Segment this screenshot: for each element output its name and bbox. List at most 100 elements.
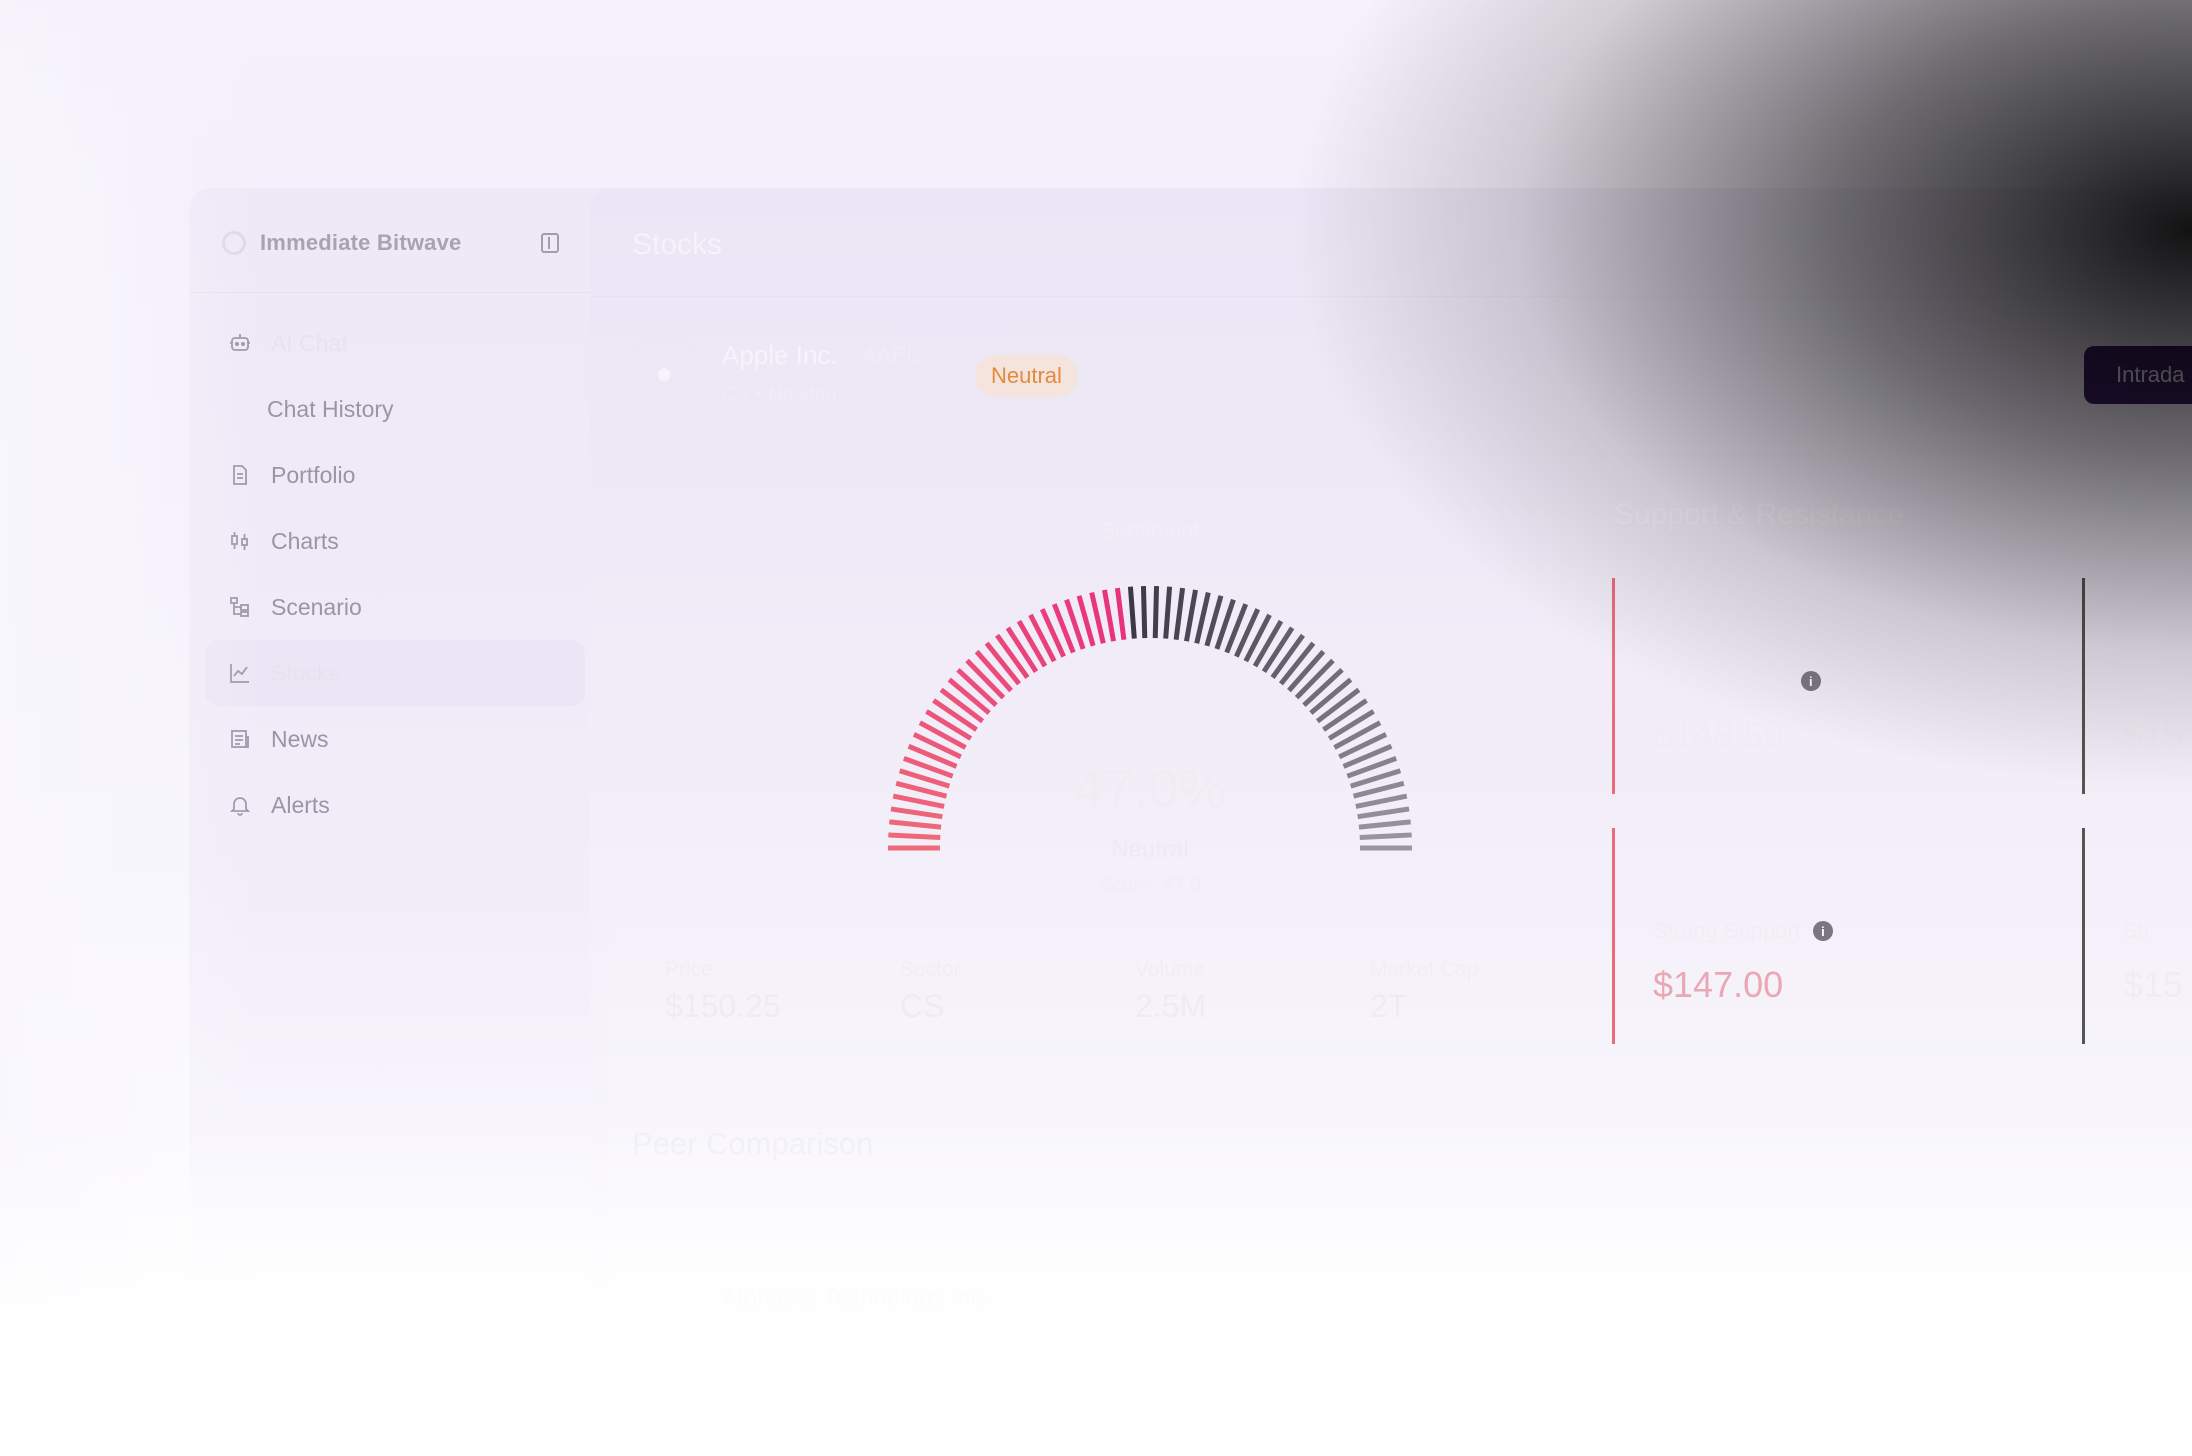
sr-label-text: Support Level	[1653, 668, 1789, 693]
stat-market-cap: Market Cap 2T	[1370, 958, 1605, 1025]
stat-price: Price $150.25	[665, 958, 900, 1025]
sidebar-item-label: Scenario	[271, 593, 362, 620]
gauge-tick	[1114, 587, 1127, 640]
sidebar-item-label: Portfolio	[271, 461, 356, 488]
stock-name: Apple Inc.	[722, 340, 838, 370]
strong-resistance-card: Str $15	[2082, 828, 2192, 1044]
line-chart-icon	[227, 660, 253, 686]
sidebar-item-label: Charts	[271, 527, 339, 554]
stock-ticker: AAPL	[862, 342, 919, 367]
gauge-tick	[1005, 626, 1039, 673]
strong-support-card: Strong Support i $147.00	[1612, 828, 2075, 1044]
header-divider	[590, 296, 2192, 297]
sr-value: $15	[2123, 714, 2184, 755]
gauge-tick	[1327, 709, 1375, 741]
stat-label: Sector	[900, 958, 961, 981]
sr-label: Str	[2123, 918, 2151, 944]
support-level-card: Support Level i $148.50	[1612, 578, 2075, 794]
sidebar-item-label: Chat History	[267, 395, 394, 422]
app-stage: Immediate Bitwave AI Chat Chat History P…	[0, 0, 2192, 1456]
search-bar[interactable]: Search stocks and	[1950, 228, 2165, 254]
brand-name: Immediate Bitwave	[260, 230, 462, 255]
stat-volume: Volume 2.5M	[1135, 958, 1370, 1025]
robot-icon	[227, 330, 253, 356]
gauge-score: Score: 47.0	[1098, 874, 1202, 896]
sidebar: Immediate Bitwave AI Chat Chat History P…	[189, 188, 609, 1328]
apple-logo-icon: ●	[632, 342, 696, 406]
sidebar-item-label: News	[271, 725, 329, 752]
gauge-tick	[889, 819, 942, 830]
resistance-level-card: Resist $15	[2082, 578, 2192, 794]
gauge-tick	[1194, 592, 1211, 644]
gauge-tick	[1270, 633, 1305, 679]
brand[interactable]: Immediate Bitwave	[222, 230, 461, 256]
bell-icon	[227, 792, 253, 818]
sidebar-item-label: Alerts	[271, 791, 330, 818]
gauge-tick	[932, 698, 978, 732]
stat-value: 2T	[1370, 988, 1408, 1024]
stat-label: Market Cap	[1370, 958, 1479, 981]
sr-label: Resist	[2123, 668, 2184, 694]
document-icon	[227, 462, 253, 488]
sentiment-badge: Neutral	[975, 355, 1078, 397]
gauge-value: 47.0%	[1073, 759, 1227, 819]
gauge-tick	[1184, 589, 1198, 642]
gauge-title: Sentiment	[1100, 518, 1200, 543]
search-icon	[1950, 232, 1968, 250]
intraday-button[interactable]: Intrada	[2084, 346, 2192, 404]
sr-label-text: Strong Support	[1653, 918, 1801, 943]
stat-label: Volume	[1135, 958, 1206, 981]
gauge-tick	[1322, 698, 1368, 732]
gauge-tick	[995, 633, 1030, 679]
gauge-tick	[1016, 619, 1048, 668]
sidebar-collapse-icon[interactable]	[541, 233, 559, 253]
gauge-tick	[1140, 586, 1148, 639]
gauge-tick	[1261, 626, 1295, 673]
gauge-tick	[925, 709, 973, 741]
gauge-label: Neutral	[1111, 836, 1189, 863]
tree-icon	[227, 594, 253, 620]
stat-value: CS	[900, 988, 945, 1024]
peer-row[interactable]: Alphabet Technology Inc.	[722, 1284, 990, 1312]
sr-value: $147.00	[1653, 964, 1784, 1005]
gauge-tick	[1358, 819, 1411, 830]
search-input[interactable]: Search stocks and	[1984, 228, 2165, 254]
info-icon[interactable]: i	[1800, 671, 1821, 691]
sidebar-item-charts[interactable]: Charts	[205, 508, 585, 574]
sidebar-item-news[interactable]: News	[205, 706, 585, 772]
sidebar-item-stocks[interactable]: Stocks	[205, 640, 585, 706]
gauge-tick	[1173, 587, 1186, 640]
sidebar-item-alerts[interactable]: Alerts	[205, 772, 585, 838]
stock-stats: Price $150.25 Sector CS Volume 2.5M Mark…	[665, 958, 1605, 1025]
sr-value: $148.50	[1653, 714, 1784, 755]
stat-label: Price	[665, 958, 713, 981]
gauge-tick	[1102, 589, 1116, 642]
gauge-tick	[1127, 586, 1137, 639]
edge-fade	[0, 0, 2192, 190]
gauge-tick	[1333, 720, 1382, 750]
stock-divider	[590, 454, 2192, 455]
sidebar-item-ai-chat[interactable]: AI Chat	[205, 310, 585, 376]
gauge-tick	[918, 720, 967, 750]
newspaper-icon	[227, 726, 253, 752]
sr-label-text: Resist	[2123, 668, 2185, 693]
stock-meta: CS • Nasdaq	[722, 384, 837, 406]
sr-label: Support Level i	[1653, 668, 1821, 694]
sidebar-nav: AI Chat Chat History Portfolio Charts Sc…	[205, 310, 585, 838]
peer-comparison-title: Peer Comparison	[632, 1126, 874, 1161]
sidebar-item-portfolio[interactable]: Portfolio	[205, 442, 585, 508]
sidebar-item-chat-history[interactable]: Chat History	[205, 376, 585, 442]
page-title: Stocks	[632, 228, 723, 261]
stat-sector: Sector CS	[900, 958, 1135, 1025]
info-icon[interactable]: i	[1812, 921, 1833, 941]
gauge-tick	[1152, 586, 1160, 639]
sidebar-item-scenario[interactable]: Scenario	[205, 574, 585, 640]
support-resistance-title: Support & Resistance	[1614, 498, 1905, 531]
gauge-tick	[1252, 619, 1284, 668]
gauge-tick	[1089, 592, 1106, 644]
main-panel: Stocks Search stocks and ● Apple Inc. AA…	[590, 188, 2192, 1368]
sidebar-divider	[189, 292, 609, 293]
gauge-tick	[1163, 586, 1173, 639]
stat-value: $150.25	[665, 988, 781, 1024]
sr-label: Strong Support i	[1653, 918, 1833, 944]
